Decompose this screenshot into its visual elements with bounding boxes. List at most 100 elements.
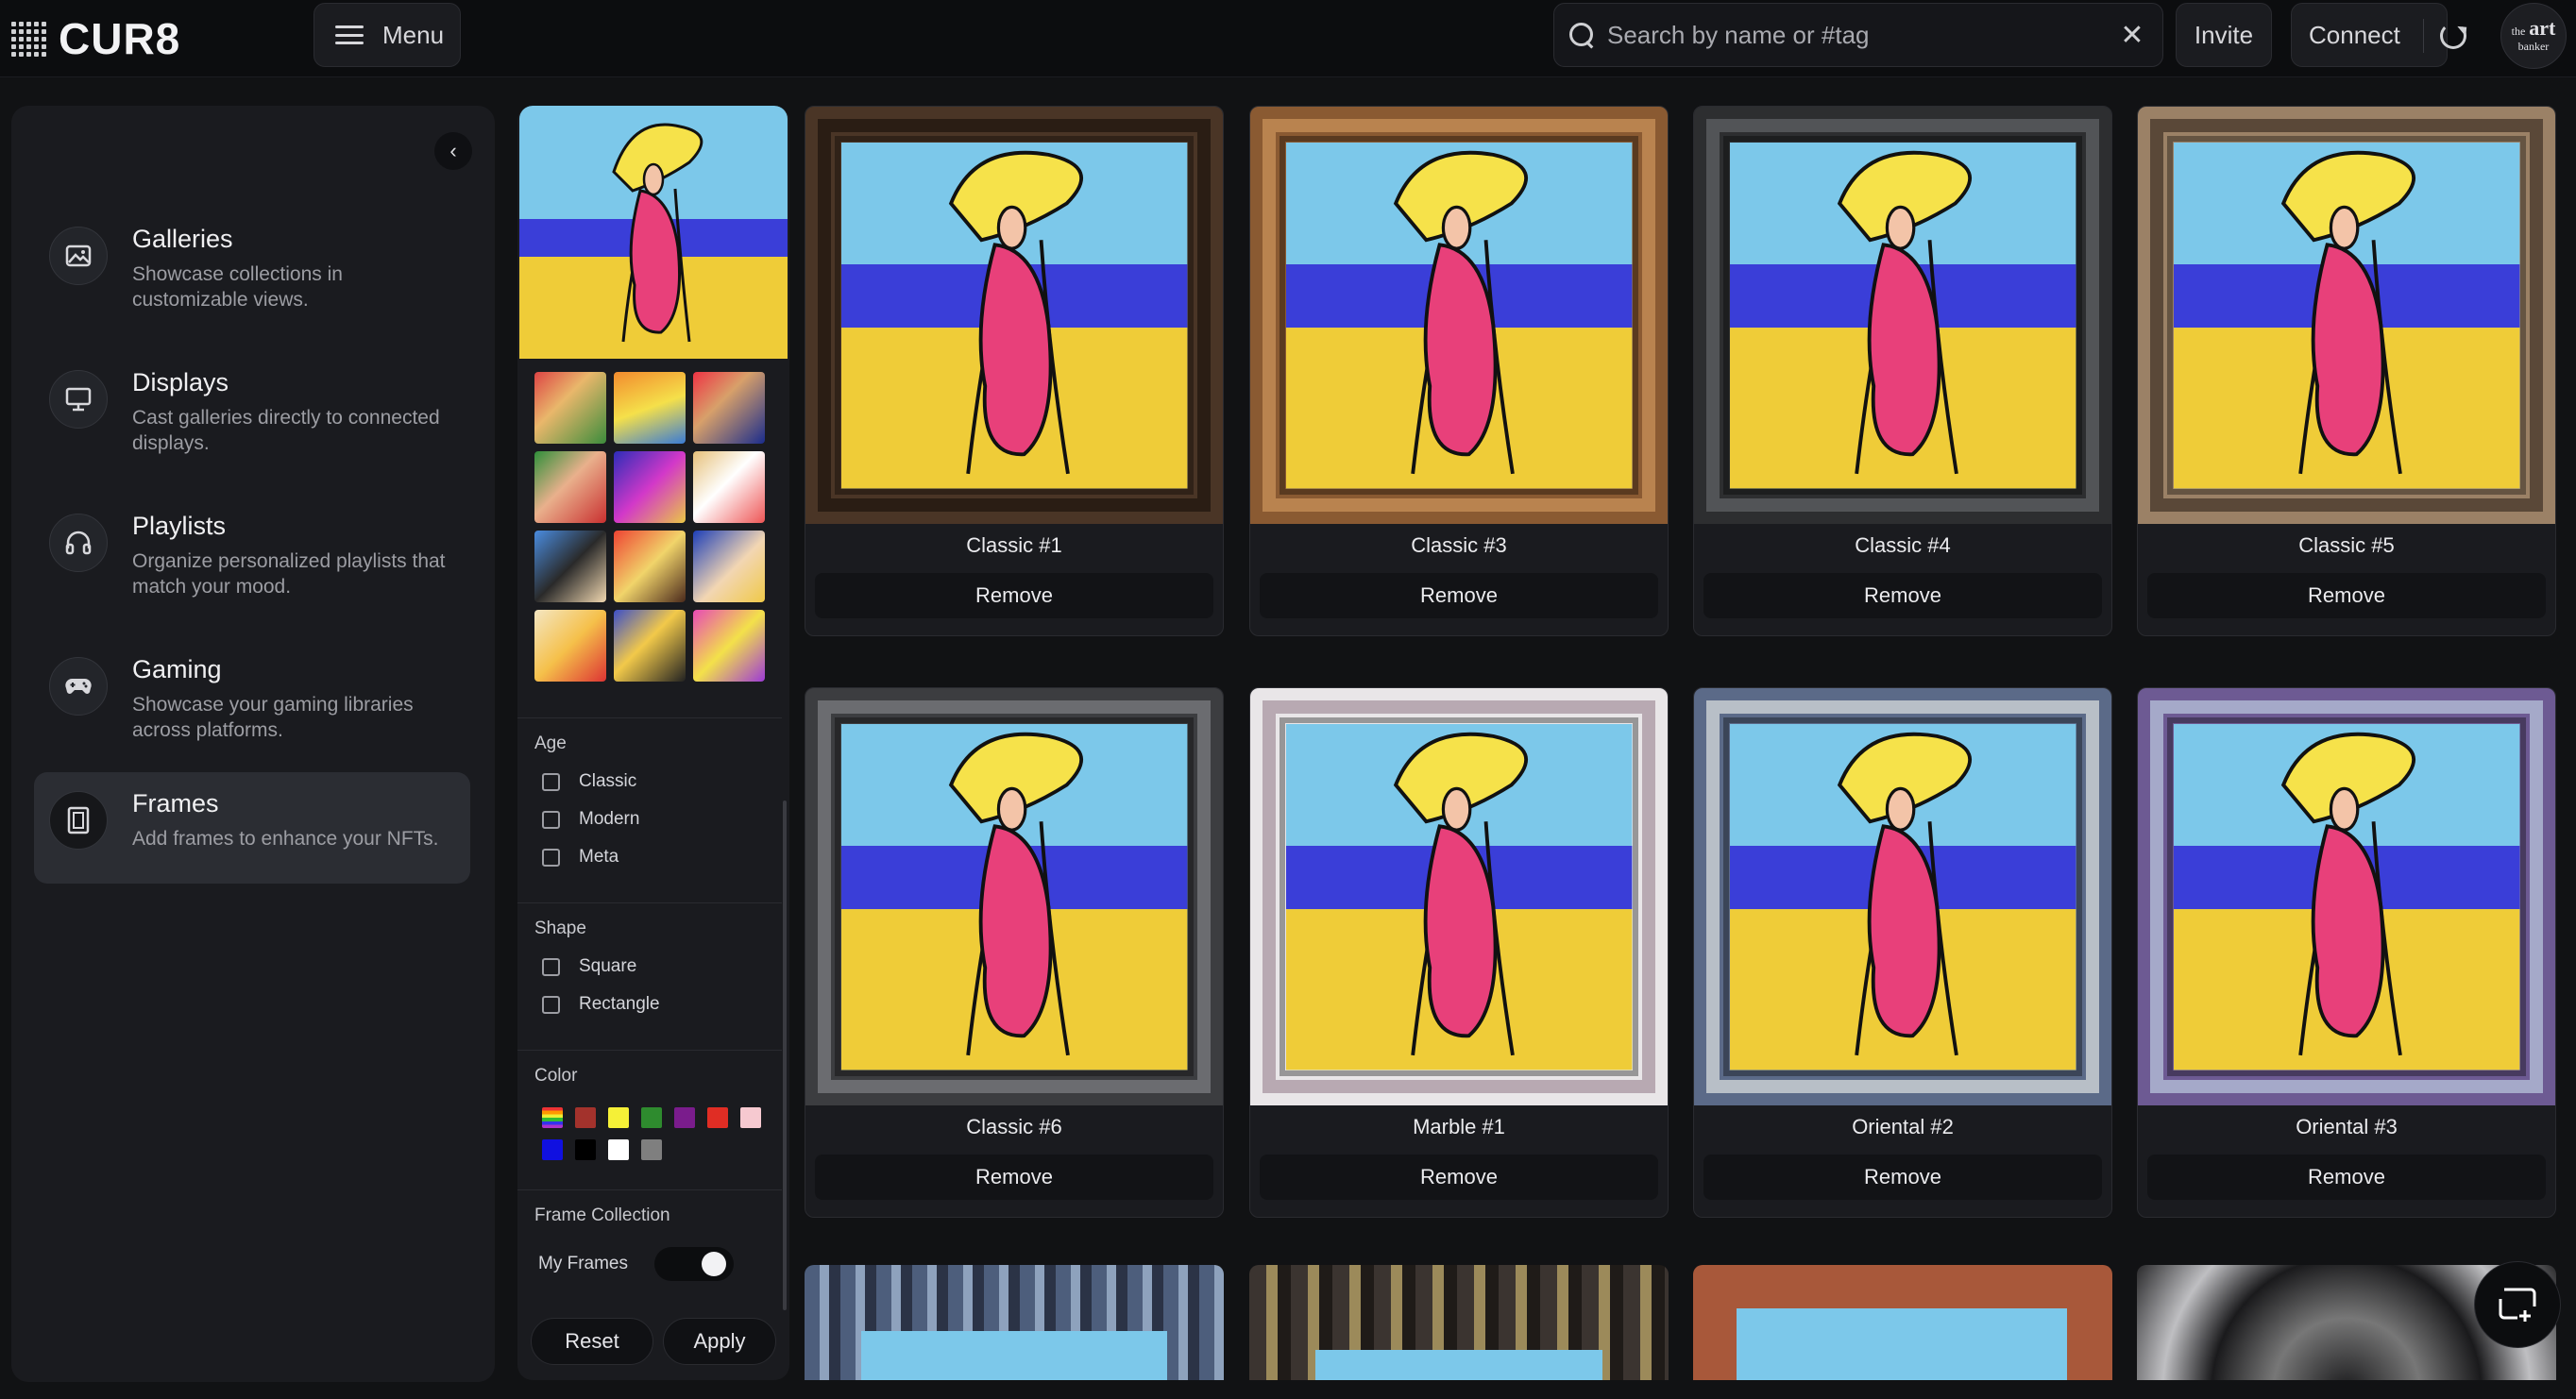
sidebar-item-galleries[interactable]: Galleries Showcase collections in custom… (34, 208, 470, 319)
logo-dots-icon (11, 21, 49, 57)
filter-scrollbar[interactable] (783, 801, 787, 1310)
checkbox[interactable] (542, 848, 560, 867)
nft-thumbnail[interactable] (534, 531, 606, 602)
remove-button[interactable]: Remove (2147, 573, 2546, 618)
refresh-icon[interactable] (2440, 23, 2466, 49)
checkbox[interactable] (542, 957, 560, 976)
invite-button[interactable]: Invite (2176, 3, 2272, 67)
nft-thumbnail[interactable] (693, 451, 765, 523)
nft-thumbnail[interactable] (534, 451, 606, 523)
color-swatch-yellow[interactable] (608, 1107, 629, 1128)
menu-label: Menu (382, 20, 445, 49)
sidebar-item-gaming[interactable]: Gaming Showcase your gaming libraries ac… (34, 638, 470, 750)
nft-thumbnail[interactable] (534, 372, 606, 444)
framed-artwork[interactable] (1694, 688, 2111, 1105)
search-input[interactable] (1607, 20, 2111, 50)
color-swatch-purple[interactable] (674, 1107, 695, 1128)
remove-button[interactable]: Remove (815, 573, 1213, 618)
avatar[interactable]: the art banker (2500, 3, 2567, 69)
color-swatch-white[interactable] (608, 1139, 629, 1160)
app-window: CUR8 Menu ✕ Invite Connect the art banke… (0, 0, 2576, 1399)
remove-button[interactable]: Remove (1703, 1155, 2102, 1200)
color-swatch-blue[interactable] (542, 1139, 563, 1160)
sidebar-item-desc: Cast galleries directly to connected dis… (132, 407, 440, 454)
brand-logo[interactable]: CUR8 (11, 13, 180, 64)
clear-search-icon[interactable]: ✕ (2111, 14, 2153, 56)
remove-button[interactable]: Remove (2147, 1155, 2546, 1200)
my-frames-toggle[interactable] (654, 1247, 734, 1281)
option-label: Modern (579, 809, 640, 829)
image-icon (49, 227, 108, 285)
frame-card[interactable]: Classic #4 Remove (1693, 106, 2112, 636)
frame-icon (49, 791, 108, 850)
gamepad-icon (49, 657, 108, 716)
filter-option-rectangle[interactable]: Rectangle (534, 994, 765, 1015)
frame-card[interactable]: Classic #3 Remove (1249, 106, 1669, 636)
my-frames-toggle-row: My Frames (534, 1247, 765, 1281)
framed-artwork[interactable] (805, 688, 1223, 1105)
framed-artwork[interactable] (1250, 107, 1668, 524)
collapse-sidebar-button[interactable]: ‹ (434, 132, 472, 170)
nft-thumbnail[interactable] (614, 451, 686, 523)
search-icon (1568, 21, 1596, 49)
sidebar-item-frames[interactable]: Frames Add frames to enhance your NFTs. (34, 772, 470, 884)
color-swatch-green[interactable] (641, 1107, 662, 1128)
checkbox[interactable] (542, 772, 560, 791)
filter-title: Shape (534, 919, 586, 938)
color-swatch-pink[interactable] (740, 1107, 761, 1128)
checkbox[interactable] (542, 810, 560, 829)
filter-title: Color (534, 1066, 578, 1086)
checkbox[interactable] (542, 995, 560, 1014)
frame-card[interactable]: Marble #1 Remove (1249, 687, 1669, 1218)
filter-section-color: Color (517, 1050, 782, 1175)
frame-card-partial[interactable] (805, 1265, 1224, 1380)
filter-option-meta[interactable]: Meta (534, 847, 765, 868)
frame-card[interactable]: Oriental #3 Remove (2137, 687, 2556, 1218)
color-swatch-gray[interactable] (641, 1139, 662, 1160)
framed-artwork[interactable] (1250, 688, 1668, 1105)
apply-button[interactable]: Apply (663, 1318, 776, 1365)
nft-thumbnail[interactable] (693, 372, 765, 444)
remove-button[interactable]: Remove (815, 1155, 1213, 1200)
sidebar-item-title: Displays (132, 368, 229, 396)
frame-card[interactable]: Classic #5 Remove (2137, 106, 2556, 636)
frame-card[interactable]: Classic #6 Remove (805, 687, 1224, 1218)
remove-button[interactable]: Remove (1260, 573, 1658, 618)
frame-card-partial[interactable] (1693, 1265, 2112, 1380)
nft-thumbnail[interactable] (534, 610, 606, 682)
color-swatch-rainbow[interactable] (542, 1107, 563, 1128)
sidebar-item-title: Galleries (132, 225, 233, 253)
frame-card[interactable]: Oriental #2 Remove (1693, 687, 2112, 1218)
color-swatch-brown-red[interactable] (575, 1107, 596, 1128)
frame-card[interactable]: Classic #1 Remove (805, 106, 1224, 636)
framed-artwork[interactable] (2138, 688, 2555, 1105)
framed-artwork[interactable] (805, 107, 1223, 524)
nft-thumbnail[interactable] (693, 610, 765, 682)
sidebar-item-displays[interactable]: Displays Cast galleries directly to conn… (34, 351, 470, 463)
filter-panel: Age Classic Modern Meta Shape Square Rec… (517, 106, 789, 1380)
search-bar: ✕ (1553, 3, 2163, 67)
reset-button[interactable]: Reset (531, 1318, 653, 1365)
nft-thumbnail[interactable] (614, 610, 686, 682)
menu-button[interactable]: Menu (314, 3, 461, 67)
color-swatch-black[interactable] (575, 1139, 596, 1160)
headphones-icon (49, 514, 108, 572)
filter-option-modern[interactable]: Modern (534, 809, 765, 830)
framed-artwork[interactable] (2138, 107, 2555, 524)
top-bar: CUR8 Menu ✕ Invite Connect the art banke… (0, 0, 2576, 77)
connect-button[interactable]: Connect (2291, 3, 2448, 67)
nft-thumbnail[interactable] (614, 531, 686, 602)
remove-button[interactable]: Remove (1260, 1155, 1658, 1200)
color-swatch-red[interactable] (707, 1107, 728, 1128)
selected-nft-preview[interactable] (519, 106, 788, 359)
framed-artwork[interactable] (1694, 107, 2111, 524)
nft-thumbnail[interactable] (693, 531, 765, 602)
filter-option-square[interactable]: Square (534, 956, 765, 977)
sidebar-item-playlists[interactable]: Playlists Organize personalized playlist… (34, 495, 470, 606)
cast-button[interactable] (2474, 1261, 2561, 1348)
filter-option-classic[interactable]: Classic (534, 771, 765, 792)
frame-card-partial[interactable] (1249, 1265, 1669, 1380)
nft-thumbnail[interactable] (614, 372, 686, 444)
remove-button[interactable]: Remove (1703, 573, 2102, 618)
chevron-left-icon: ‹ (449, 139, 457, 162)
